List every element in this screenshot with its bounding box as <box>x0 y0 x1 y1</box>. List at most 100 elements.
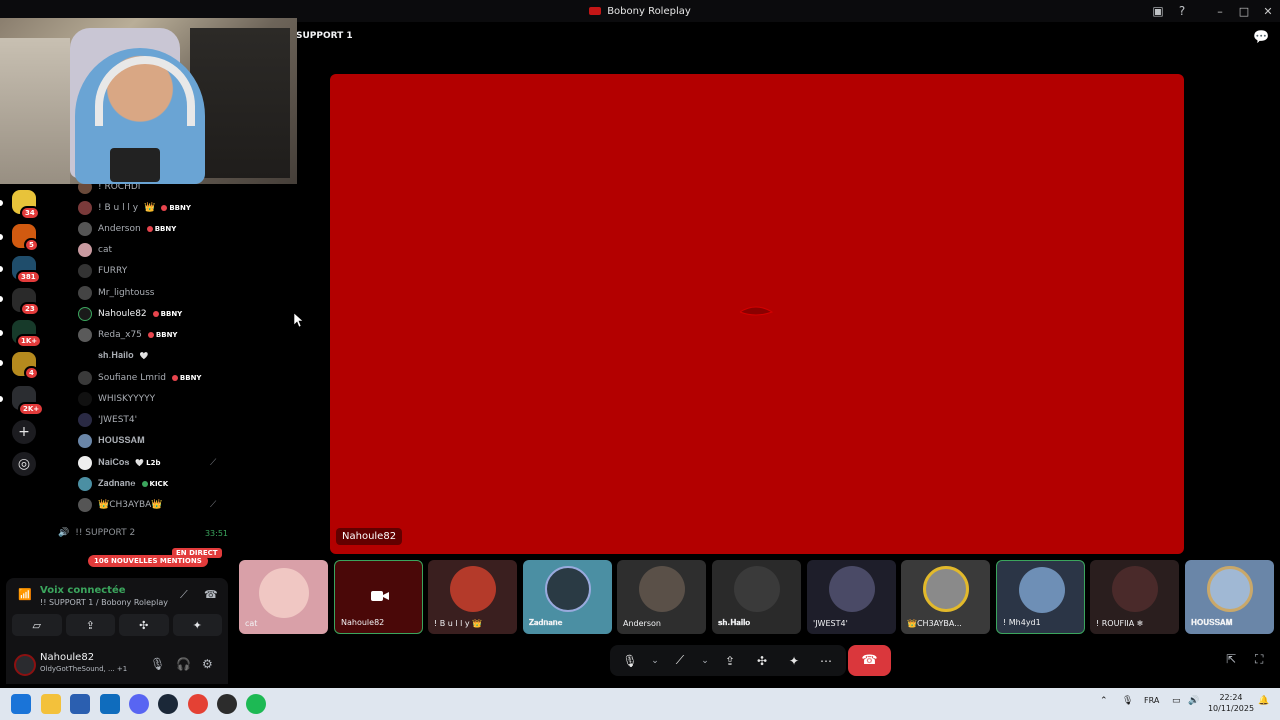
channel-timer: 33:51 <box>204 528 228 538</box>
participant-tile[interactable]: 𝐬𝐡.𝐇𝐚𝐢𝐥𝐨 <box>712 560 801 634</box>
channel-title: SUPPORT 1 <box>296 31 353 41</box>
game-icon[interactable] <box>217 694 237 714</box>
inbox-icon[interactable]: ▣ <box>1146 0 1170 22</box>
participant-tile[interactable]: Nahoule82 <box>334 560 423 634</box>
start-icon[interactable] <box>11 694 31 714</box>
server-badge: 23 <box>20 302 40 316</box>
server-badge: 1K+ <box>16 334 43 348</box>
voice-member[interactable]: Soufiane Lmrid BBNY <box>78 369 202 387</box>
language-indicator[interactable]: FRA <box>1144 696 1159 705</box>
file-explorer-icon[interactable] <box>41 694 61 714</box>
webcam-overlay <box>0 18 297 184</box>
volume-icon[interactable]: 🔊 <box>1188 696 1199 706</box>
voice-member[interactable]: FURRY <box>78 262 127 280</box>
server-badge: 381 <box>16 270 41 284</box>
voice-member-self[interactable]: Nahoule82 BBNY <box>78 305 182 323</box>
close-button[interactable]: ✕ <box>1256 0 1280 22</box>
notifications-icon[interactable]: 🔔 <box>1258 696 1269 706</box>
camera-icon <box>371 591 389 601</box>
voice-member[interactable]: 𝐬𝐡.𝐇𝐚𝐢𝐥𝐨 🤍 <box>78 347 148 365</box>
participant-tile[interactable]: 👑CH3AYBA... <box>901 560 990 634</box>
voice-member[interactable]: Anderson BBNY <box>78 220 176 238</box>
voice-member[interactable]: 👑CH3AYBA👑 ⟋ <box>78 496 216 514</box>
app-logo-icon <box>589 7 602 15</box>
soundboard-button[interactable]: ✦ <box>780 649 808 673</box>
camera-off-button[interactable]: ▱ <box>12 614 62 636</box>
fullscreen-icon[interactable]: ⛶ <box>1255 652 1263 667</box>
soundboard-button[interactable]: ✦ <box>172 614 222 636</box>
user-panel: Nahoule82 OldyGotTheSound, ... +1 🎙 🎧 ⚙ <box>6 644 228 684</box>
activities-button[interactable]: ✣ <box>748 649 776 673</box>
participant-tile[interactable]: ! B u l l y 👑 <box>428 560 517 634</box>
voice-member[interactable]: WHISKYYYYY <box>78 390 155 408</box>
activities-button[interactable]: ✣ <box>119 614 169 636</box>
participant-tile[interactable]: ! Mh4yd1 <box>996 560 1085 634</box>
chevron-up-icon[interactable]: ⌃ <box>1100 696 1108 706</box>
stream-owner-label: Nahoule82 <box>336 528 403 545</box>
steam-icon[interactable] <box>158 694 178 714</box>
voice-channel-support-2[interactable]: 🔊 !! SUPPORT 2 33:51 <box>58 526 228 540</box>
voice-member[interactable]: Reda_x75 BBNY <box>78 326 178 344</box>
window-title: Bobony Roleplay <box>589 6 691 17</box>
voice-member[interactable]: cat <box>78 241 112 259</box>
store-icon[interactable] <box>70 694 90 714</box>
voice-connection-panel: 📶 Voix connectée !! SUPPORT 1 / Bobony R… <box>6 578 228 684</box>
participant-tile[interactable]: cat <box>239 560 328 634</box>
participant-tile[interactable]: Anderson <box>617 560 706 634</box>
headphones-icon[interactable]: 🎧 <box>176 657 191 671</box>
share-screen-button[interactable]: ⇪ <box>716 649 744 673</box>
microphone-tray-icon[interactable]: 🎙 <box>1122 696 1133 706</box>
server-badge: 34 <box>20 206 40 220</box>
voice-member[interactable]: ! B u l l y 👑 BBNY <box>78 199 191 217</box>
microphone-button[interactable]: 🎙 <box>616 649 644 673</box>
chevron-down-icon[interactable]: ⌄ <box>648 649 662 673</box>
call-control-bar: 🎙 ⌄ ⟋ ⌄ ⇪ ✣ ✦ ⋯ <box>610 645 846 676</box>
voice-member[interactable]: 𝐇𝐎𝐔𝐒𝐒𝐀𝐌 <box>78 432 145 450</box>
voice-member[interactable]: 𝐍𝐚𝐢𝐂𝐨𝐬 🤍 L2b ⟋ <box>78 454 216 472</box>
minimize-button[interactable]: – <box>1208 0 1232 22</box>
channel-name: !! SUPPORT 2 <box>75 528 136 538</box>
more-options-button[interactable]: ⋯ <box>812 649 840 673</box>
disconnect-icon[interactable]: ☎ <box>204 588 218 601</box>
new-mentions-button[interactable]: 106 NOUVELLES MENTIONS <box>88 555 208 567</box>
voice-member[interactable]: Mr_lightouss <box>78 284 155 302</box>
outlook-icon[interactable] <box>100 694 120 714</box>
server-rail: 34 5 381 23 1K+ 4 2K+ + ◎ <box>0 184 48 578</box>
discord-icon[interactable] <box>129 694 149 714</box>
muted-icon: ⟋ <box>210 500 217 510</box>
participant-tile[interactable]: 𝐇𝐎𝐔𝐒𝐒𝐀𝐌 <box>1185 560 1274 634</box>
screen-share-stream[interactable]: Nahoule82 <box>330 74 1184 554</box>
noise-suppression-icon[interactable]: ⟋ <box>180 588 188 602</box>
disconnect-button[interactable]: ☎ <box>848 645 891 676</box>
clock[interactable]: 22:24 10/11/2025 <box>1206 692 1256 714</box>
server-badge: 2K+ <box>18 402 45 416</box>
window-title-text: Bobony Roleplay <box>607 5 691 17</box>
speaker-icon: 🔊 <box>58 528 70 538</box>
voice-member-list: ! ROCHDI ! B u l l y 👑 BBNY Anderson BBNY c… <box>48 184 234 578</box>
popout-icon[interactable]: ⇱ <box>1226 652 1236 666</box>
spotify-icon[interactable] <box>246 694 266 714</box>
voice-member[interactable]: ! ROCHDI <box>78 184 140 196</box>
camera-off-button[interactable]: ⟋ <box>666 649 694 673</box>
help-icon[interactable]: ? <box>1170 0 1194 22</box>
settings-gear-icon[interactable]: ⚙ <box>202 657 213 671</box>
avatar[interactable] <box>14 654 36 676</box>
user-status: OldyGotTheSound, ... +1 <box>40 665 128 673</box>
network-icon[interactable]: ▭ <box>1172 696 1181 706</box>
participant-tile[interactable]: ! ROUFIIA ❄ <box>1090 560 1179 634</box>
explore-servers-button[interactable]: ◎ <box>12 452 36 476</box>
chrome-icon[interactable] <box>188 694 208 714</box>
windows-taskbar: ⌃ 🎙 FRA ▭ 🔊 22:24 10/11/2025 🔔 <box>0 688 1280 720</box>
chat-icon[interactable]: 💬 <box>1253 30 1269 45</box>
chevron-down-icon[interactable]: ⌄ <box>698 649 712 673</box>
voice-location[interactable]: !! SUPPORT 1 / Bobony Roleplay <box>40 598 168 607</box>
microphone-icon[interactable]: 🎙 <box>150 657 165 671</box>
voice-member[interactable]: 𝐙𝐚𝐝𝐧𝐚𝐧𝐞 KICK <box>78 475 168 493</box>
participant-tile[interactable]: 'JWEST4' <box>807 560 896 634</box>
add-server-button[interactable]: + <box>12 420 36 444</box>
participant-tile[interactable]: 𝐙𝐚𝐝𝐧𝐚𝐧𝐞 <box>523 560 612 634</box>
muted-icon: ⟋ <box>210 458 217 468</box>
maximize-button[interactable]: □ <box>1232 0 1256 22</box>
share-screen-button[interactable]: ⇪ <box>65 614 115 636</box>
voice-member[interactable]: 'JWEST4' <box>78 411 137 429</box>
